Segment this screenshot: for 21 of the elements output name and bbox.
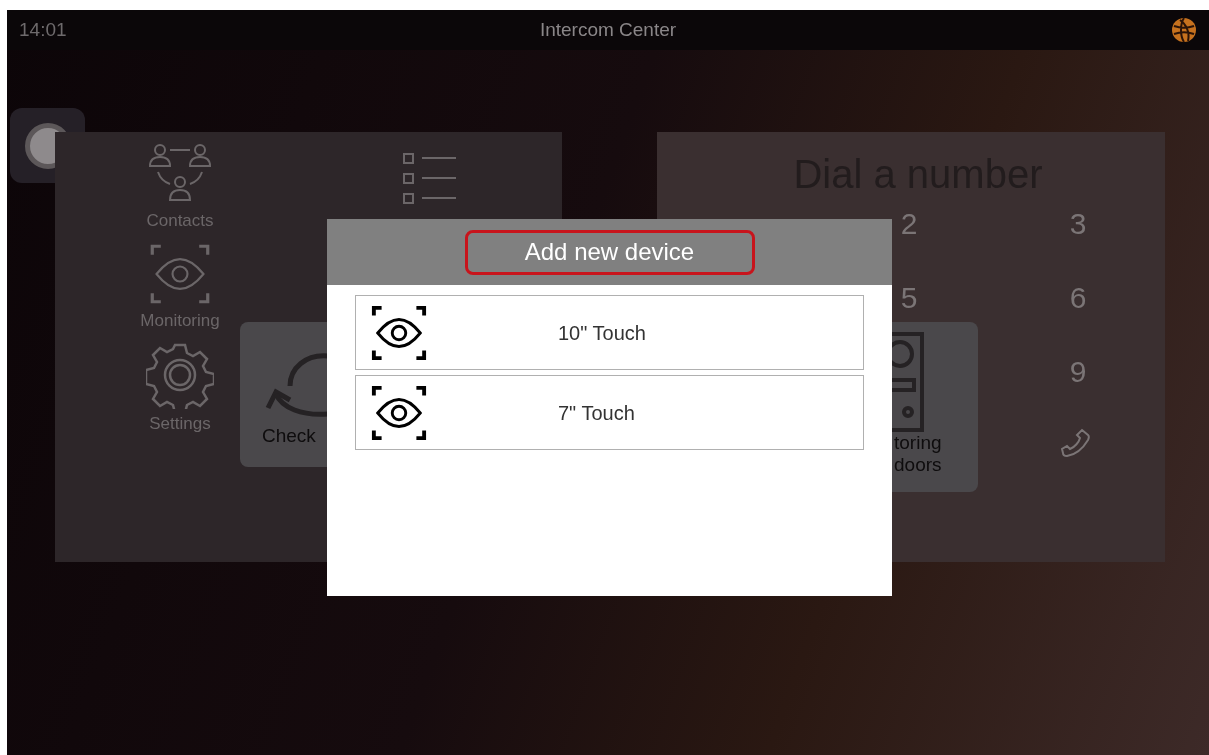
dial-key[interactable]: 9 [1066,354,1090,390]
menu-item[interactable]: Contacts [125,142,235,234]
monitoring-doors-card[interactable]: toring doors [892,322,978,492]
device-option[interactable]: 10" Touch [355,295,864,370]
menu-item[interactable]: Monitoring [125,241,235,333]
dial-key[interactable]: 2 [897,206,921,242]
dialog-title[interactable]: Add new device [464,229,755,275]
clock: 14:01 [19,17,67,42]
eye-icon [370,303,428,362]
app-title: Intercom Center [539,17,677,42]
settings-icon [146,341,214,409]
menu-item[interactable]: Settings [125,341,235,437]
dial-key[interactable]: 5 [897,280,921,316]
door-station-icon [892,332,926,432]
dial-key[interactable]: 3 [1066,206,1090,242]
check-updates-card[interactable]: Check [240,322,330,467]
ball-icon [1171,17,1197,43]
device-option[interactable]: 7" Touch [355,375,864,450]
dial-key[interactable]: 6 [1066,280,1090,316]
phone-icon[interactable] [1060,428,1090,458]
eye-icon [370,383,428,442]
